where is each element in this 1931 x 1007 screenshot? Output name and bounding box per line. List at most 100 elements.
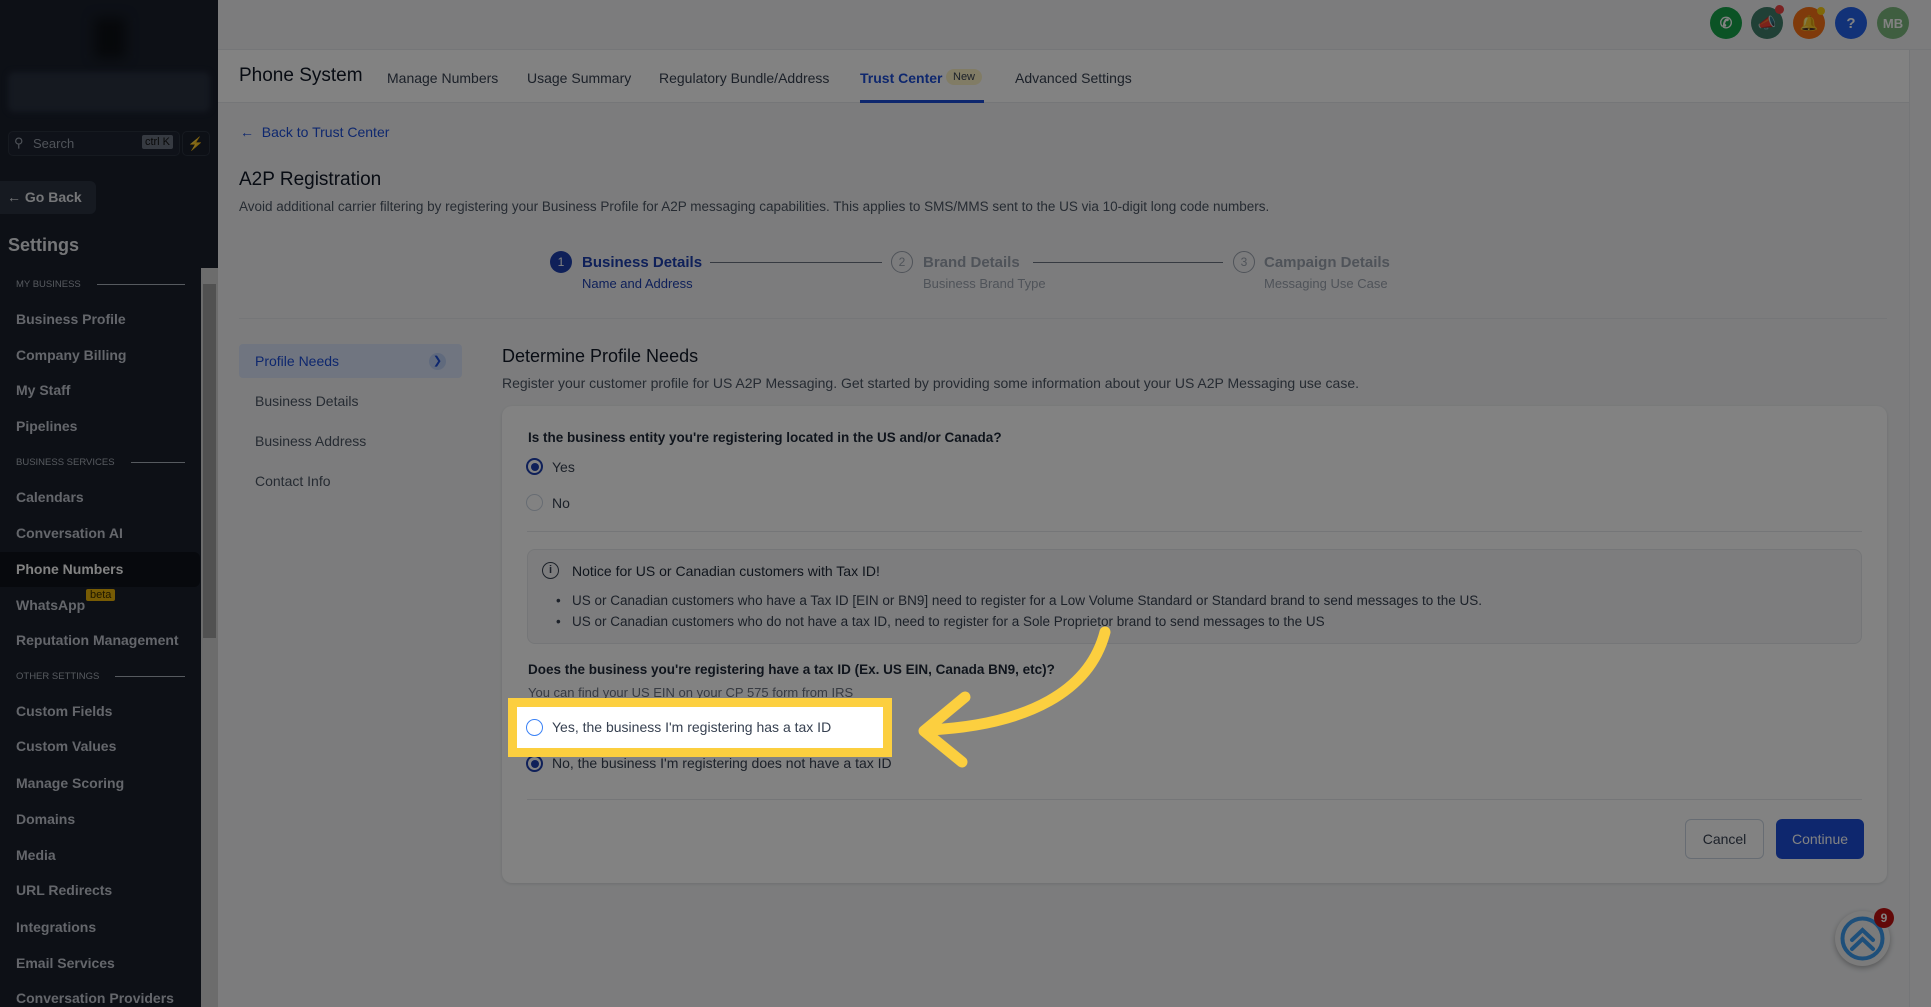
megaphone-icon[interactable]: 📣	[1751, 5, 1784, 39]
sidebar-item-media[interactable]: Media	[16, 847, 56, 863]
sidebar-item-domains[interactable]: Domains	[16, 811, 75, 827]
sidebar-item-calendars[interactable]: Calendars	[16, 489, 84, 505]
step-connector	[710, 262, 882, 263]
sidebar: ⚲ Search ctrl K ⚡ ← Go Back Settings MY …	[0, 0, 218, 1007]
go-back-label: Go Back	[24, 189, 82, 205]
question-tax-id: Does the business you're registering hav…	[528, 662, 1055, 677]
sidebar-item-integrations[interactable]: Integrations	[16, 919, 96, 935]
scrollbar-thumb[interactable]	[203, 284, 216, 638]
question-location: Is the business entity you're registerin…	[528, 430, 1002, 445]
arrow-left-icon: ←	[7, 189, 21, 205]
bell-icon[interactable]: 🔔	[1793, 7, 1825, 39]
sidebar-item-custom-fields[interactable]: Custom Fields	[16, 703, 112, 719]
help-widget-button[interactable]: 9	[1835, 908, 1894, 966]
radio-location-yes-label[interactable]: Yes	[552, 459, 575, 475]
subnav-label: Profile Needs	[255, 353, 340, 369]
tax-id-hint: You can find your US EIN on your CP 575 …	[528, 685, 854, 700]
step-connector	[1033, 262, 1223, 263]
notification-badge: 9	[1874, 908, 1894, 928]
tab-trust-center[interactable]: Trust Center	[860, 70, 942, 86]
help-icon[interactable]: ?	[1835, 7, 1867, 39]
section-my-business: MY BUSINESS	[16, 279, 185, 290]
sidebar-item-manage-scoring[interactable]: Manage Scoring	[16, 775, 124, 791]
form-title: Determine Profile Needs	[502, 346, 699, 366]
active-tab-underline	[860, 100, 984, 103]
back-link-label: Back to Trust Center	[261, 124, 390, 140]
sidebar-scrollbar[interactable]	[201, 268, 218, 1007]
step-2-title: Brand Details	[923, 254, 1020, 271]
step-3-subtitle: Messaging Use Case	[1264, 276, 1388, 291]
quick-actions-button[interactable]: ⚡	[182, 131, 210, 156]
step-1-subtitle: Name and Address	[582, 276, 693, 291]
cancel-button[interactable]: Cancel	[1685, 819, 1764, 859]
tab-bar: Phone System Manage Numbers Usage Summar…	[218, 50, 1909, 103]
section-business-services: BUSINESS SERVICES	[16, 457, 185, 468]
form-card	[502, 406, 1887, 883]
sidebar-item-business-profile[interactable]: Business Profile	[16, 311, 126, 327]
tab-manage-numbers[interactable]: Manage Numbers	[387, 70, 498, 86]
chevron-right-icon: ❯	[429, 353, 446, 370]
step-2-subtitle: Business Brand Type	[923, 276, 1046, 291]
radio-location-no-label[interactable]: No	[552, 495, 570, 511]
radio-location-no[interactable]	[526, 494, 543, 511]
sidebar-item-reputation-management[interactable]: Reputation Management	[16, 632, 179, 648]
page-title: A2P Registration	[239, 169, 382, 190]
search-placeholder: Search	[33, 136, 75, 151]
sidebar-item-phone-numbers[interactable]: Phone Numbers	[16, 561, 123, 577]
section-other-settings: OTHER SETTINGS	[16, 671, 185, 682]
search-input[interactable]: ⚲ Search ctrl K	[8, 131, 180, 156]
tab-advanced-settings[interactable]: Advanced Settings	[1015, 70, 1132, 86]
shortcut-badge: ctrl K	[141, 135, 173, 149]
sidebar-item-email-services[interactable]: Email Services	[16, 955, 115, 971]
new-badge: New	[946, 69, 983, 85]
subnav-business-details[interactable]: Business Details	[255, 393, 359, 409]
tax-id-notice: i Notice for US or Canadian customers wi…	[527, 549, 1862, 644]
tab-regulatory-bundle[interactable]: Regulatory Bundle/Address	[659, 70, 829, 86]
back-to-trust-center-link[interactable]: ← Back to Trust Center	[240, 124, 389, 140]
page-section-title: Phone System	[239, 65, 363, 86]
page-description: Avoid additional carrier filtering by re…	[239, 199, 1270, 214]
sidebar-item-conversation-ai[interactable]: Conversation AI	[16, 525, 123, 541]
sidebar-item-url-redirects[interactable]: URL Redirects	[16, 882, 112, 898]
radio-tax-id-yes-label[interactable]: Yes, the business I'm registering has a …	[552, 719, 831, 735]
sidebar-item-conversation-providers[interactable]: Conversation Providers	[16, 990, 174, 1006]
divider	[527, 531, 1862, 532]
notice-title: Notice for US or Canadian customers with…	[572, 563, 880, 579]
sidebar-item-my-staff[interactable]: My Staff	[16, 382, 70, 398]
go-back-button[interactable]: ← Go Back	[0, 181, 96, 214]
radio-tax-id-no[interactable]	[526, 755, 543, 772]
settings-title: Settings	[8, 235, 80, 255]
subnav-contact-info[interactable]: Contact Info	[255, 473, 331, 489]
notice-bullet: • US or Canadian customers who do not ha…	[556, 614, 1325, 629]
step-2-circle: 2	[891, 251, 913, 273]
logo-blurred	[95, 18, 125, 58]
sidebar-item-pipelines[interactable]: Pipelines	[16, 418, 77, 434]
sidebar-item-custom-values[interactable]: Custom Values	[16, 738, 116, 754]
beta-badge: beta	[86, 589, 116, 601]
avatar[interactable]: MB	[1877, 7, 1909, 39]
radio-tax-id-no-label[interactable]: No, the business I'm registering does no…	[552, 755, 892, 771]
tab-usage-summary[interactable]: Usage Summary	[527, 70, 631, 86]
step-3-title: Campaign Details	[1264, 254, 1390, 271]
notice-bullet: • US or Canadian customers who have a Ta…	[556, 593, 1482, 608]
subnav-profile-needs[interactable]: Profile Needs ❯	[239, 344, 462, 378]
search-icon: ⚲	[14, 135, 24, 150]
step-3-circle: 3	[1233, 251, 1255, 273]
account-switcher-blurred[interactable]	[8, 72, 210, 112]
step-1-title: Business Details	[582, 254, 703, 271]
page-scrollbar[interactable]	[1909, 50, 1931, 1007]
subnav-business-address[interactable]: Business Address	[255, 433, 366, 449]
step-1-circle: 1	[550, 251, 572, 273]
divider	[527, 799, 1862, 800]
radio-tax-id-yes[interactable]	[526, 719, 543, 736]
info-icon: i	[542, 562, 559, 579]
sidebar-item-company-billing[interactable]: Company Billing	[16, 347, 126, 363]
radio-location-yes[interactable]	[526, 458, 543, 475]
divider	[239, 318, 1887, 319]
phone-icon[interactable]: ✆	[1710, 7, 1742, 39]
form-description: Register your customer profile for US A2…	[502, 375, 1360, 391]
arrow-left-icon: ←	[240, 124, 254, 140]
continue-button[interactable]: Continue	[1776, 819, 1864, 859]
top-bar: ✆ 📣 🔔 ? MB	[218, 0, 1931, 50]
sidebar-item-whatsapp[interactable]: WhatsApp	[16, 597, 85, 613]
